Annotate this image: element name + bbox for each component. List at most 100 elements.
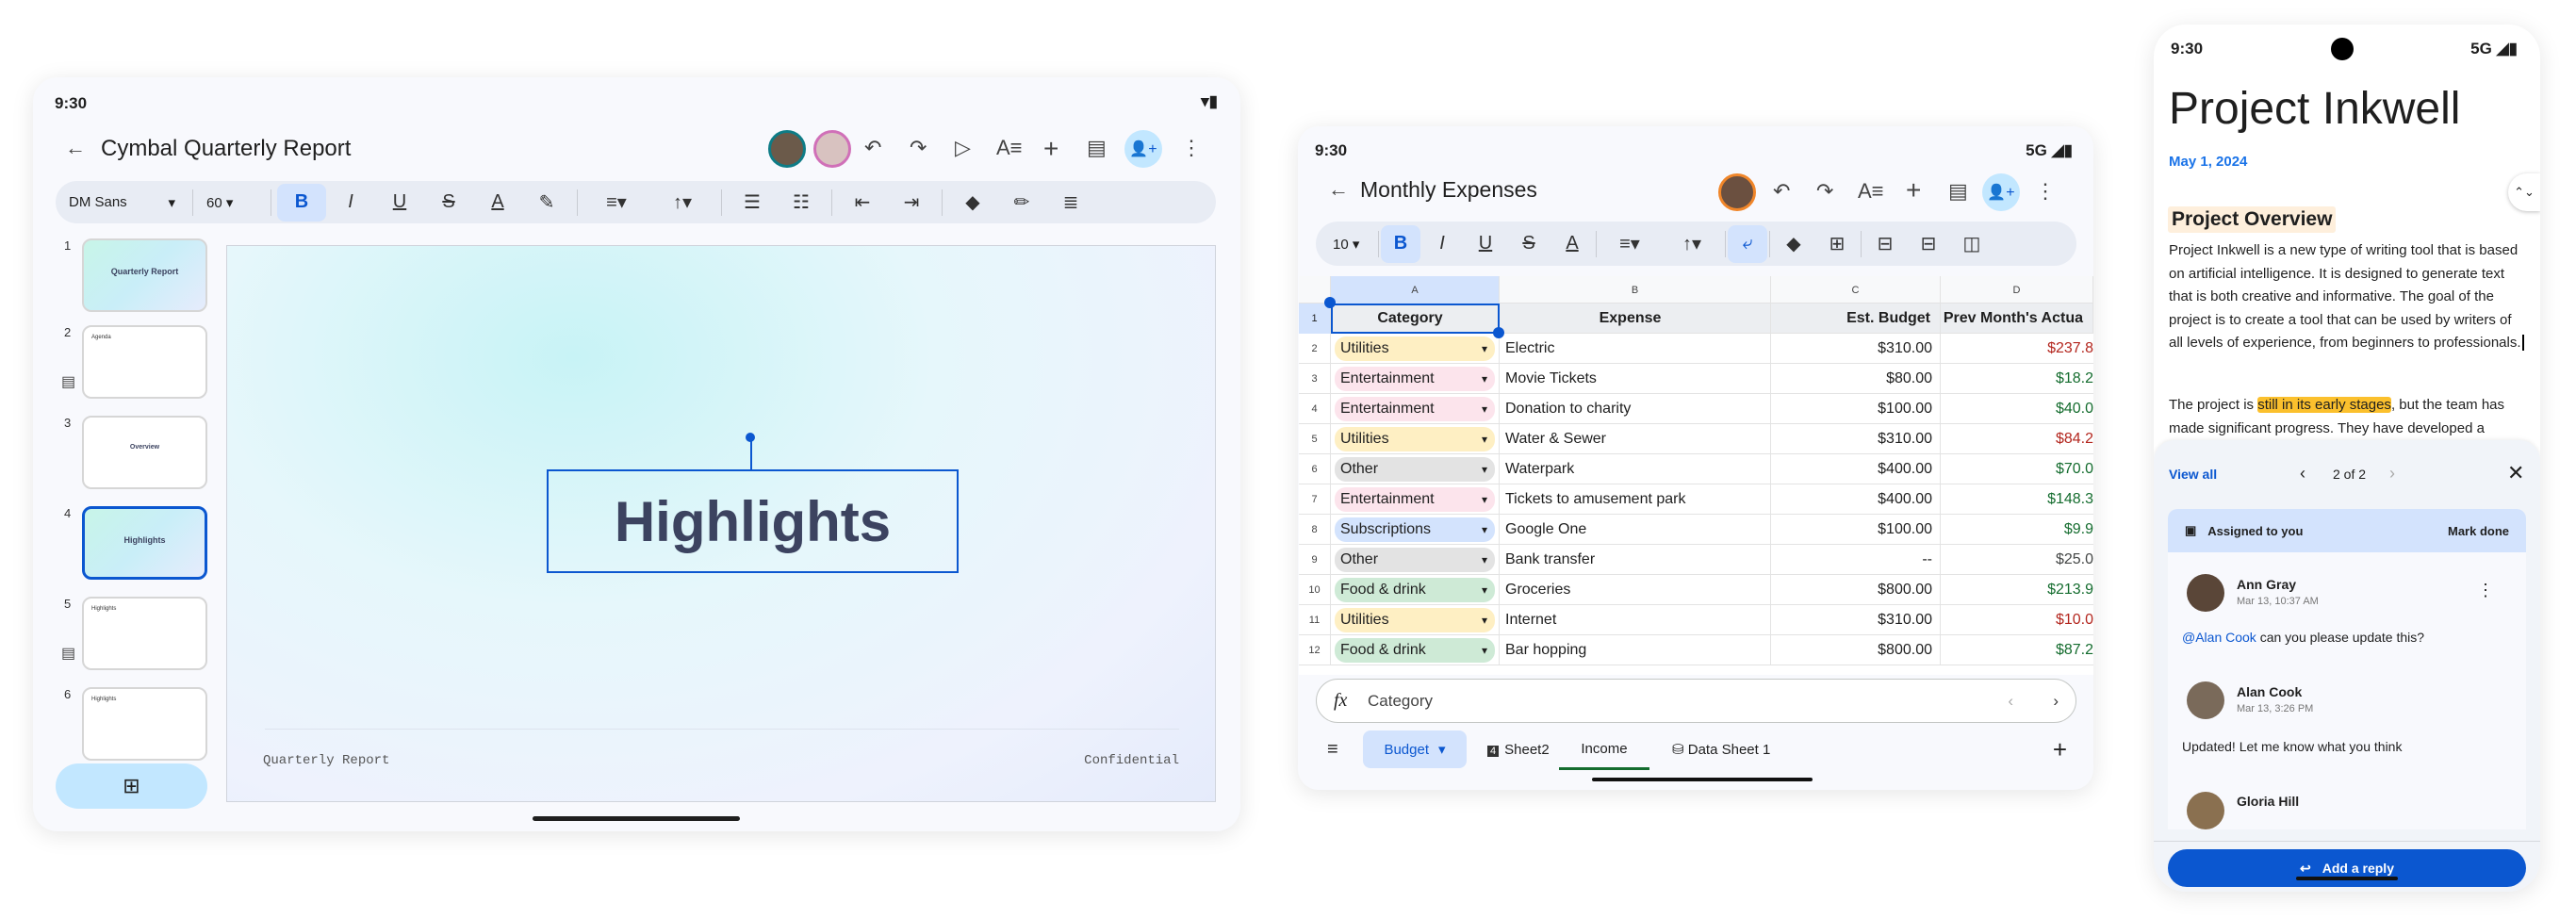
row-number[interactable]: 1: [1299, 304, 1331, 334]
vertical-align-icon[interactable]: ↑▾: [1661, 225, 1723, 263]
prev-actual-cell[interactable]: $148.3: [1941, 484, 2093, 515]
dropdown-icon[interactable]: ▾: [1482, 523, 1487, 536]
category-chip[interactable]: Utilities ▾: [1335, 608, 1495, 632]
category-chip[interactable]: Utilities ▾: [1335, 336, 1495, 361]
highlighted-text[interactable]: still in its early stages: [2257, 397, 2391, 413]
new-slide-button[interactable]: ⊞: [56, 763, 207, 809]
title-textbox[interactable]: Highlights: [547, 469, 959, 573]
italic-icon[interactable]: I: [1420, 225, 1464, 263]
prev-actual-cell[interactable]: $18.2: [1941, 364, 2093, 394]
prev-actual-cell[interactable]: $10.0: [1941, 605, 2093, 635]
category-chip[interactable]: Food & drink ▾: [1335, 578, 1495, 602]
vertical-align-icon[interactable]: ↑▾: [649, 184, 715, 222]
rotate-handle-dot[interactable]: [746, 433, 755, 442]
expense-cell[interactable]: Tickets to amusement park: [1500, 484, 1771, 515]
undo-icon[interactable]: ↶: [864, 136, 881, 160]
collaborator-avatar[interactable]: [813, 130, 851, 168]
rotate-handle[interactable]: [750, 437, 752, 469]
mention-link[interactable]: @Alan Cook: [2182, 630, 2256, 645]
row-number[interactable]: 12: [1299, 635, 1331, 665]
dropdown-icon[interactable]: ▾: [1482, 644, 1487, 657]
more-vert-icon[interactable]: ⋮: [1181, 136, 1202, 160]
header-cell[interactable]: Expense: [1500, 304, 1771, 334]
tab-income[interactable]: Income: [1559, 729, 1649, 770]
budget-cell[interactable]: $400.00: [1771, 484, 1941, 515]
slide-thumbnail[interactable]: Agenda: [82, 325, 207, 399]
expense-cell[interactable]: Internet: [1500, 605, 1771, 635]
bold-icon[interactable]: B: [277, 183, 326, 222]
dropdown-icon[interactable]: ▾: [1482, 342, 1487, 355]
budget-cell[interactable]: $310.00: [1771, 424, 1941, 454]
border-color-icon[interactable]: ✏: [997, 184, 1046, 222]
font-size-select[interactable]: 10 ▾: [1323, 236, 1376, 253]
prev-actual-cell[interactable]: $9.9: [1941, 515, 2093, 545]
column-header[interactable]: D: [1941, 276, 2093, 304]
slide-thumbnail[interactable]: Quarterly Report: [82, 238, 207, 312]
next-cell-icon[interactable]: ›: [2053, 692, 2059, 711]
column-header[interactable]: A: [1331, 276, 1500, 304]
header-cell[interactable]: Category: [1331, 304, 1500, 334]
row-number[interactable]: 3: [1299, 364, 1331, 394]
strikethrough-icon[interactable]: S: [1507, 225, 1551, 263]
dropdown-icon[interactable]: ▾: [1482, 553, 1487, 566]
budget-cell[interactable]: $400.00: [1771, 454, 1941, 484]
font-select[interactable]: DM Sans ▾: [69, 194, 187, 211]
numbered-list-icon[interactable]: ☷: [777, 184, 826, 222]
dropdown-icon[interactable]: ▾: [1482, 463, 1487, 476]
insert-row-above-icon[interactable]: ⊟: [1863, 225, 1907, 263]
add-reply-button[interactable]: ↩ Add a reply: [2168, 849, 2526, 887]
expense-cell[interactable]: Bank transfer: [1500, 545, 1771, 575]
insert-column-icon[interactable]: ◫: [1950, 225, 1994, 263]
back-arrow-icon[interactable]: ←: [1328, 177, 1349, 202]
dropdown-icon[interactable]: ▾: [1482, 402, 1487, 416]
next-comment-icon[interactable]: ›: [2389, 464, 2395, 484]
bold-icon[interactable]: B: [1381, 224, 1420, 263]
category-chip[interactable]: Entertainment ▾: [1335, 487, 1495, 512]
collaborator-avatar[interactable]: [768, 130, 806, 168]
more-vert-icon[interactable]: ⋮: [2035, 179, 2056, 204]
budget-cell[interactable]: $80.00: [1771, 364, 1941, 394]
collaborator-avatar[interactable]: [1718, 173, 1756, 211]
wrap-text-icon[interactable]: ⤶: [1728, 224, 1767, 263]
prev-actual-cell[interactable]: $84.2: [1941, 424, 2093, 454]
redo-icon[interactable]: ↷: [910, 136, 927, 160]
budget-cell[interactable]: $100.00: [1771, 394, 1941, 424]
prev-actual-cell[interactable]: $237.8: [1941, 334, 2093, 364]
dropdown-icon[interactable]: ▾: [1482, 583, 1487, 597]
comment-icon[interactable]: ▤: [1948, 179, 1968, 204]
paragraph-2[interactable]: The project is still in its early stages…: [2169, 394, 2527, 440]
expense-cell[interactable]: Bar hopping: [1500, 635, 1771, 665]
italic-icon[interactable]: I: [326, 184, 375, 222]
column-header[interactable]: B: [1500, 276, 1771, 304]
category-chip[interactable]: Subscriptions ▾: [1335, 517, 1495, 542]
prev-actual-cell[interactable]: $87.2: [1941, 635, 2093, 665]
prev-actual-cell[interactable]: $40.0: [1941, 394, 2093, 424]
expense-cell[interactable]: Water & Sewer: [1500, 424, 1771, 454]
expense-cell[interactable]: Groceries: [1500, 575, 1771, 605]
add-icon[interactable]: +: [1906, 175, 1921, 205]
dropdown-icon[interactable]: ▾: [1482, 433, 1487, 446]
align-icon[interactable]: ≡▾: [1599, 225, 1661, 263]
slide-canvas[interactable]: Highlights Quarterly Report Confidential: [226, 245, 1216, 802]
budget-cell[interactable]: $310.00: [1771, 334, 1941, 364]
slide-thumbnail[interactable]: Highlights: [82, 597, 207, 670]
row-number[interactable]: 5: [1299, 424, 1331, 454]
header-cell[interactable]: Est. Budget: [1771, 304, 1941, 334]
row-number[interactable]: 6: [1299, 454, 1331, 484]
border-weight-icon[interactable]: ≣: [1046, 184, 1095, 222]
prev-actual-cell[interactable]: $25.0: [1941, 545, 2093, 575]
expense-cell[interactable]: Electric: [1500, 334, 1771, 364]
prev-cell-icon[interactable]: ‹: [2008, 692, 2053, 711]
category-chip[interactable]: Entertainment ▾: [1335, 397, 1495, 421]
slide-thumbnail[interactable]: Highlights: [82, 687, 207, 761]
row-number[interactable]: 4: [1299, 394, 1331, 424]
text-color-icon[interactable]: A: [473, 184, 522, 222]
bulleted-list-icon[interactable]: ☰: [728, 184, 777, 222]
tab-sheet2[interactable]: 4 Sheet2: [1467, 742, 1559, 758]
expense-cell[interactable]: Movie Tickets: [1500, 364, 1771, 394]
borders-icon[interactable]: ⊞: [1815, 225, 1859, 263]
text-color-icon[interactable]: A: [1551, 225, 1594, 263]
header-cell[interactable]: Prev Month's Actua: [1941, 304, 2093, 334]
budget-cell[interactable]: --: [1771, 545, 1941, 575]
selection-handle[interactable]: [1324, 297, 1336, 308]
